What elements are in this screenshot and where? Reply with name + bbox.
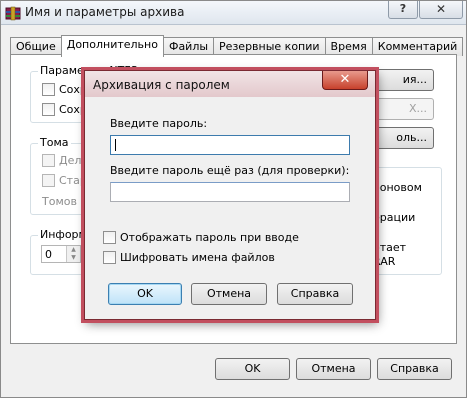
info-spinner[interactable]: 0 ▲ ▼ bbox=[41, 245, 81, 263]
encrypt-filenames-label: Шифровать имена файлов bbox=[120, 251, 275, 264]
window-close-button[interactable]: ✕ bbox=[419, 1, 463, 19]
confirm-password-label: Введите пароль ещё раз (для проверки): bbox=[110, 164, 350, 177]
main-ok-button[interactable]: OK bbox=[215, 358, 290, 380]
window-help-button[interactable]: ? bbox=[388, 1, 418, 19]
dialog-titlebar: Архивация с паролем ✕ bbox=[85, 71, 375, 97]
ntfs-checkbox-1[interactable] bbox=[42, 83, 55, 96]
dialog-help-button[interactable]: Справка bbox=[277, 283, 353, 305]
info-group-title: Информ bbox=[38, 228, 89, 241]
main-help-button[interactable]: Справка bbox=[377, 358, 452, 380]
right-text-3: отает bbox=[373, 241, 407, 254]
show-password-label: Отображать пароль при вводе bbox=[120, 231, 299, 244]
text-caret bbox=[115, 139, 116, 151]
ntfs-checkbox-2[interactable] bbox=[42, 103, 55, 116]
window-title: Имя и параметры архива bbox=[25, 5, 185, 19]
password-dialog: Архивация с паролем ✕ Введите пароль: Вв… bbox=[84, 70, 376, 320]
tab-advanced[interactable]: Дополнительно bbox=[60, 35, 164, 57]
right-text-4: RAR bbox=[373, 255, 396, 268]
tab-bar: Общие Дополнительно Файлы Резервные копи… bbox=[10, 35, 464, 57]
spinner-arrows-icon[interactable]: ▲ ▼ bbox=[66, 246, 80, 262]
show-password-checkbox[interactable] bbox=[103, 231, 116, 244]
dialog-title: Архивация с паролем bbox=[93, 78, 230, 92]
right-text-1: ооновом bbox=[373, 181, 422, 194]
right-text-2: ерации bbox=[373, 211, 416, 224]
password-input[interactable] bbox=[110, 135, 350, 155]
info-spinner-value: 0 bbox=[45, 248, 52, 261]
main-cancel-button[interactable]: Отмена bbox=[296, 358, 371, 380]
volumes-checkbox-1[interactable] bbox=[42, 154, 55, 167]
encrypt-filenames-checkbox[interactable] bbox=[103, 251, 116, 264]
dialog-cancel-button[interactable]: Отмена bbox=[191, 283, 267, 305]
volumes-text: Томов д bbox=[42, 195, 89, 208]
password-label: Введите пароль: bbox=[110, 117, 208, 130]
volumes-group-title: Тома bbox=[38, 136, 71, 149]
window-titlebar: Имя и параметры архива ? ✕ bbox=[1, 1, 466, 25]
volumes-checkbox-2[interactable] bbox=[42, 174, 55, 187]
confirm-password-input[interactable] bbox=[110, 182, 350, 202]
dialog-ok-button[interactable]: OK bbox=[108, 283, 182, 305]
winrar-icon bbox=[5, 6, 21, 21]
dialog-close-button[interactable]: ✕ bbox=[322, 71, 368, 90]
